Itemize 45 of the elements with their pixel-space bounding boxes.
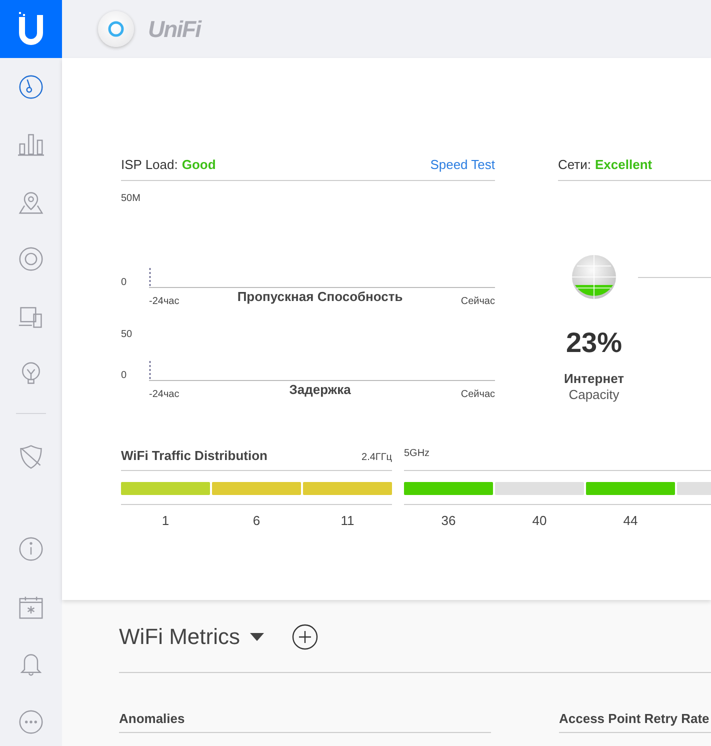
info-icon[interactable] <box>18 536 44 562</box>
band-label: 5GHz <box>404 448 430 459</box>
capacity-name: Интернет <box>564 371 624 386</box>
dashboard-icon[interactable] <box>18 74 44 100</box>
channel-label: 6 <box>252 513 260 528</box>
status-text: Good <box>182 157 216 172</box>
capacity-value: 23% <box>566 327 622 359</box>
section-label: Сети: <box>558 157 592 172</box>
bell-icon[interactable] <box>18 651 44 678</box>
logo-icon[interactable] <box>0 0 62 58</box>
channel-label: 1 <box>162 513 170 528</box>
brand-name: UniFi <box>148 16 200 42</box>
data-marker <box>149 268 151 286</box>
device-icon <box>98 11 134 47</box>
status-text: Excellent <box>595 157 652 172</box>
panel-title: Access Point Retry Rate <box>559 711 710 726</box>
speed-test-link[interactable]: Speed Test <box>430 157 495 172</box>
axis-label: 0 <box>121 277 128 288</box>
panel-title: Anomalies <box>119 711 185 726</box>
channel-label: 11 <box>340 513 354 528</box>
channel-label: 44 <box>623 513 638 528</box>
axis-label: 50M <box>121 193 142 204</box>
section-title: WiFi Traffic Distribution <box>121 448 268 463</box>
axis-label: Сейчас <box>460 389 495 400</box>
axis-label: -24час <box>149 296 180 307</box>
dropdown-caret-icon[interactable] <box>250 633 264 641</box>
axis-label: 50 <box>121 329 134 340</box>
section-title: WiFi Metrics <box>119 624 240 650</box>
section-label: ISP Load: <box>121 157 178 172</box>
capacity-caption: Capacity <box>568 387 620 402</box>
axis-label: 0 <box>121 370 128 381</box>
globe-icon <box>571 254 617 300</box>
band-label: 2.4ГГц <box>362 452 392 463</box>
chart-title: Задержка <box>289 382 351 397</box>
channel-label: 36 <box>441 513 456 528</box>
statistics-icon[interactable] <box>18 131 44 158</box>
data-marker <box>149 361 151 379</box>
chat-icon[interactable] <box>18 708 44 735</box>
device-icon[interactable] <box>18 246 44 272</box>
chart-title: Пропускная Способность <box>237 289 403 304</box>
axis-label: Сейчас <box>460 296 495 307</box>
add-icon[interactable] <box>292 624 318 650</box>
shield-icon[interactable] <box>18 444 44 470</box>
channel-label: 40 <box>532 513 547 528</box>
axis-label: -24час <box>149 389 180 400</box>
